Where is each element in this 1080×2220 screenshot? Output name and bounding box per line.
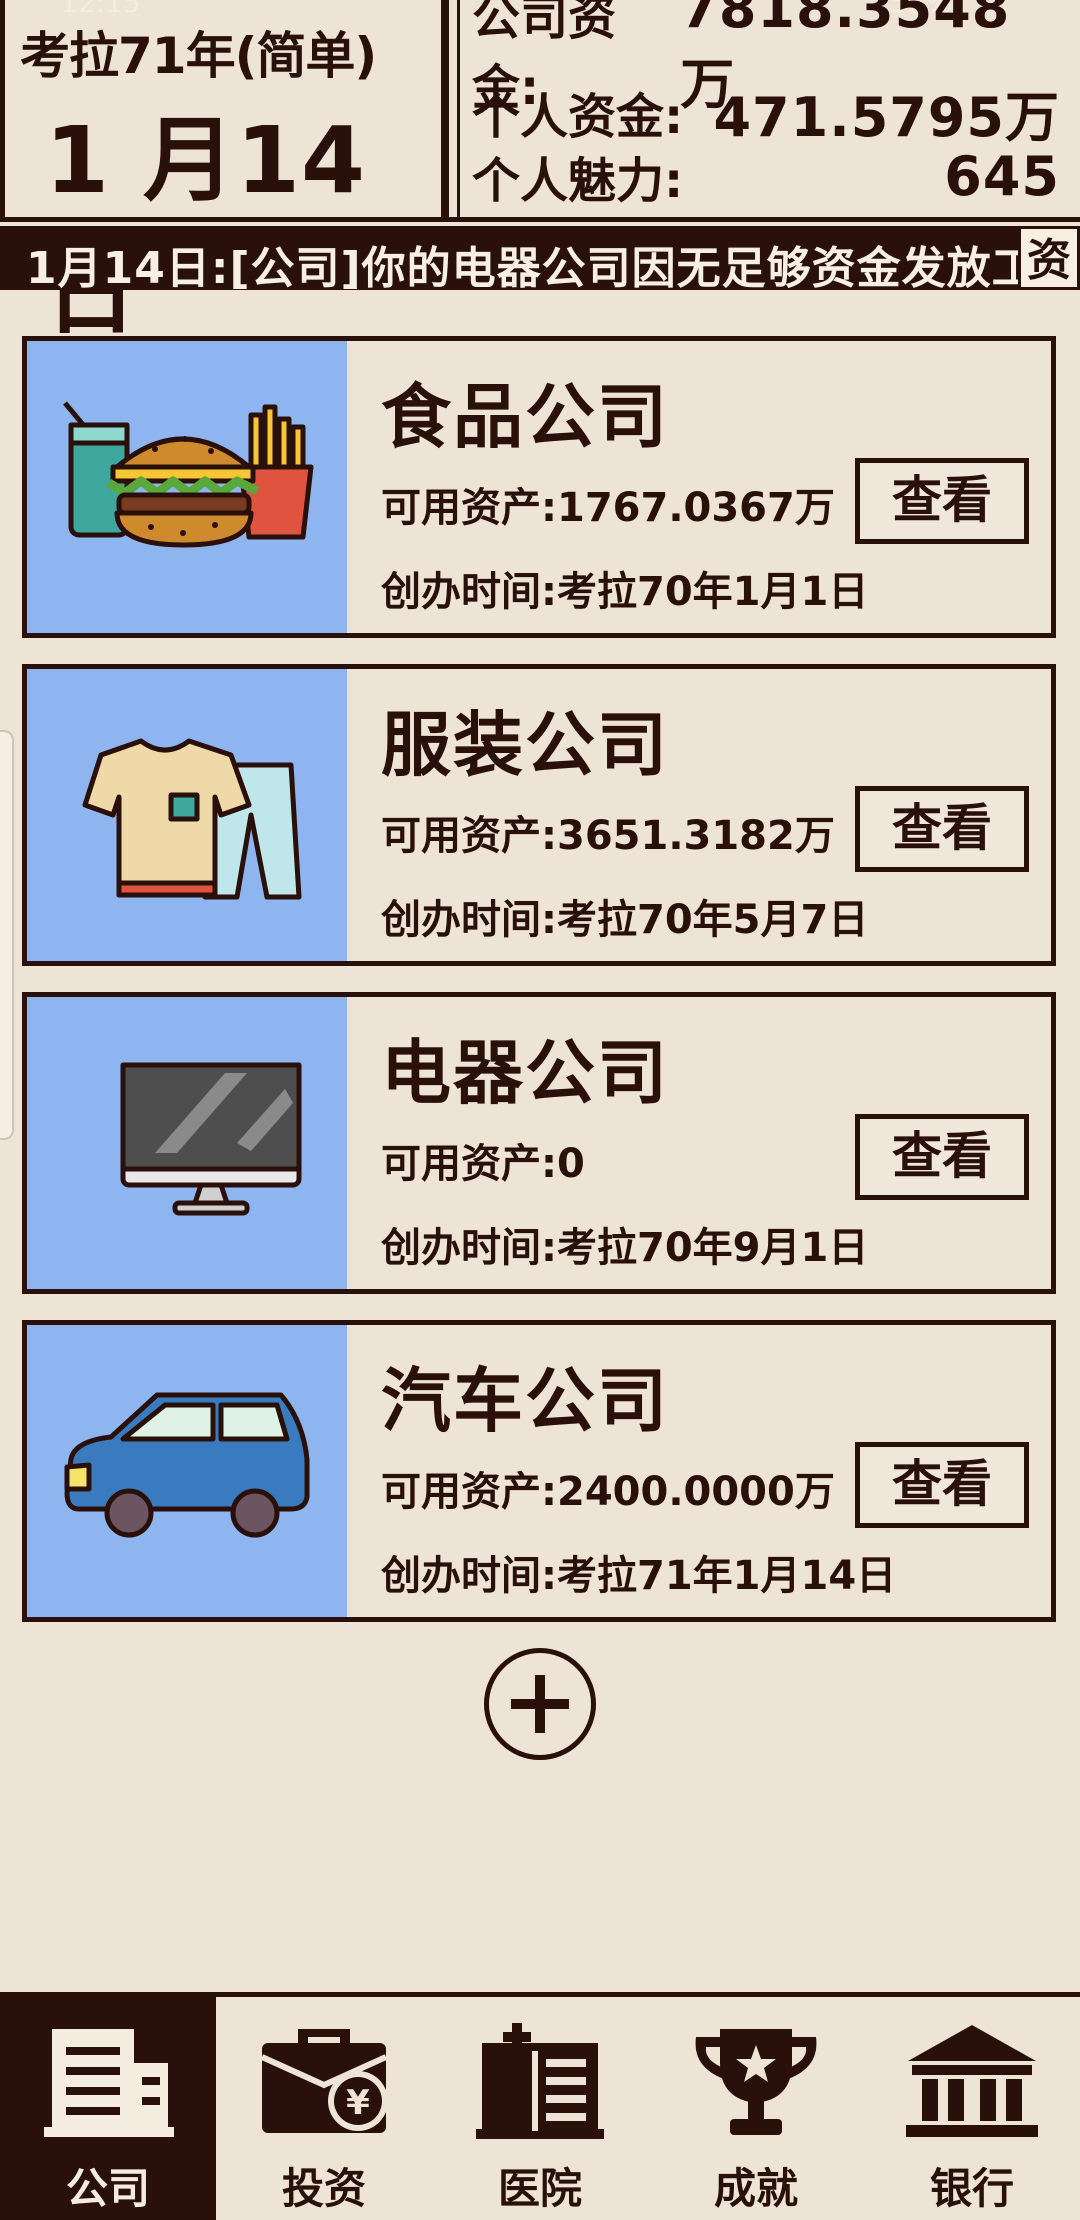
company-image	[27, 997, 347, 1289]
company-card-clothing: 服装公司 可用资产:3651.3182万 创办时间:考拉70年5月7日 查看	[22, 664, 1056, 966]
company-founded-date: 创办时间:考拉70年1月1日	[381, 569, 869, 615]
company-card-car: 汽车公司 可用资产:2400.0000万 创办时间:考拉71年1月14日 查看	[22, 1320, 1056, 1622]
clothing-icon	[82, 738, 302, 900]
company-name: 服装公司	[381, 704, 669, 786]
nav-item-bank[interactable]: 银行	[864, 1997, 1080, 2220]
charisma-label: 个人魅力:	[472, 153, 684, 209]
car-icon	[64, 1392, 310, 1538]
company-name: 汽车公司	[381, 1360, 669, 1442]
personal-funds-value: 471.5795万	[713, 85, 1060, 149]
monitor-icon	[120, 1062, 302, 1216]
company-card-electronics: 电器公司 可用资产:0 创办时间:考拉70年9月1日 查看	[22, 992, 1056, 1294]
current-date: 1 月14 日	[45, 107, 367, 347]
funds-panel: 公司资金: 7818.3548万 个人资金: 471.5795万 个人魅力: 6…	[446, 0, 1080, 222]
company-name: 食品公司	[381, 376, 669, 458]
news-ticker[interactable]: 1月14日:[公司]你的电器公司因无足够资金发放工 资	[0, 226, 1080, 290]
charisma-row: 个人魅力: 645	[472, 144, 1060, 210]
nav-label: 医院	[497, 2164, 582, 2213]
trophy-icon	[695, 2029, 817, 2135]
company-assets: 可用资产:2400.0000万	[381, 1469, 835, 1515]
bank-icon	[906, 2025, 1038, 2137]
hospital-icon	[476, 2023, 604, 2139]
company-image	[27, 669, 347, 961]
add-company-button[interactable]	[484, 1648, 596, 1760]
nav-label: 公司	[65, 2164, 150, 2213]
nav-label: 投资	[281, 2164, 366, 2213]
charisma-value: 645	[944, 144, 1060, 208]
company-image	[27, 1325, 347, 1617]
view-company-button[interactable]: 查看	[855, 1114, 1029, 1200]
nav-item-achievements[interactable]: 成就	[648, 1997, 864, 2220]
briefcase-icon: ¥	[260, 2029, 388, 2133]
company-funds-row: 公司资金: 7818.3548万	[472, 0, 1060, 116]
era-label: 考拉71年(简单)	[20, 27, 377, 85]
company-founded-date: 创办时间:考拉70年5月7日	[381, 897, 869, 943]
building-icon	[44, 2029, 174, 2137]
company-assets: 可用资产:3651.3182万	[381, 813, 835, 859]
view-company-button[interactable]: 查看	[855, 1442, 1029, 1528]
date-panel: 考拉71年(简单) 1 月14 日	[0, 0, 446, 347]
personal-funds-row: 个人资金: 471.5795万	[472, 80, 1060, 149]
company-assets: 可用资产:0	[381, 1141, 585, 1187]
nav-item-company[interactable]: 公司	[0, 1997, 216, 2220]
food-icon	[63, 401, 314, 548]
game-screen: 12:15 53% 考拉71年(简单) 1 月14 日 公司资金: 7818.3…	[0, 0, 1080, 2220]
company-image	[27, 341, 347, 633]
personal-funds-label: 个人资金:	[472, 89, 684, 145]
svg-text:¥: ¥	[346, 2083, 370, 2123]
nav-item-hospital[interactable]: 医院	[432, 1997, 648, 2220]
nav-item-invest[interactable]: ¥ 投资	[216, 1997, 432, 2220]
news-ticker-tail: 资	[1018, 226, 1080, 290]
company-assets: 可用资产:1767.0367万	[381, 485, 835, 531]
view-company-button[interactable]: 查看	[855, 786, 1029, 872]
company-card-food: 食品公司 可用资产:1767.0367万 创办时间:考拉70年1月1日 查看	[22, 336, 1056, 638]
nav-label: 成就	[713, 2164, 798, 2213]
header: 考拉71年(简单) 1 月14 日 公司资金: 7818.3548万 个人资金:…	[0, 0, 1080, 347]
news-ticker-text: 1月14日:[公司]你的电器公司因无足够资金发放工	[26, 243, 1037, 290]
company-name: 电器公司	[381, 1032, 669, 1114]
company-founded-date: 创办时间:考拉71年1月14日	[381, 1553, 897, 1599]
nav-label: 银行	[929, 2164, 1014, 2213]
bottom-nav: 公司 ¥ 投资 医院 成就 银行	[0, 1992, 1080, 2220]
view-company-button[interactable]: 查看	[855, 458, 1029, 544]
company-founded-date: 创办时间:考拉70年9月1日	[381, 1225, 869, 1271]
side-pull-tab[interactable]	[0, 730, 14, 1140]
